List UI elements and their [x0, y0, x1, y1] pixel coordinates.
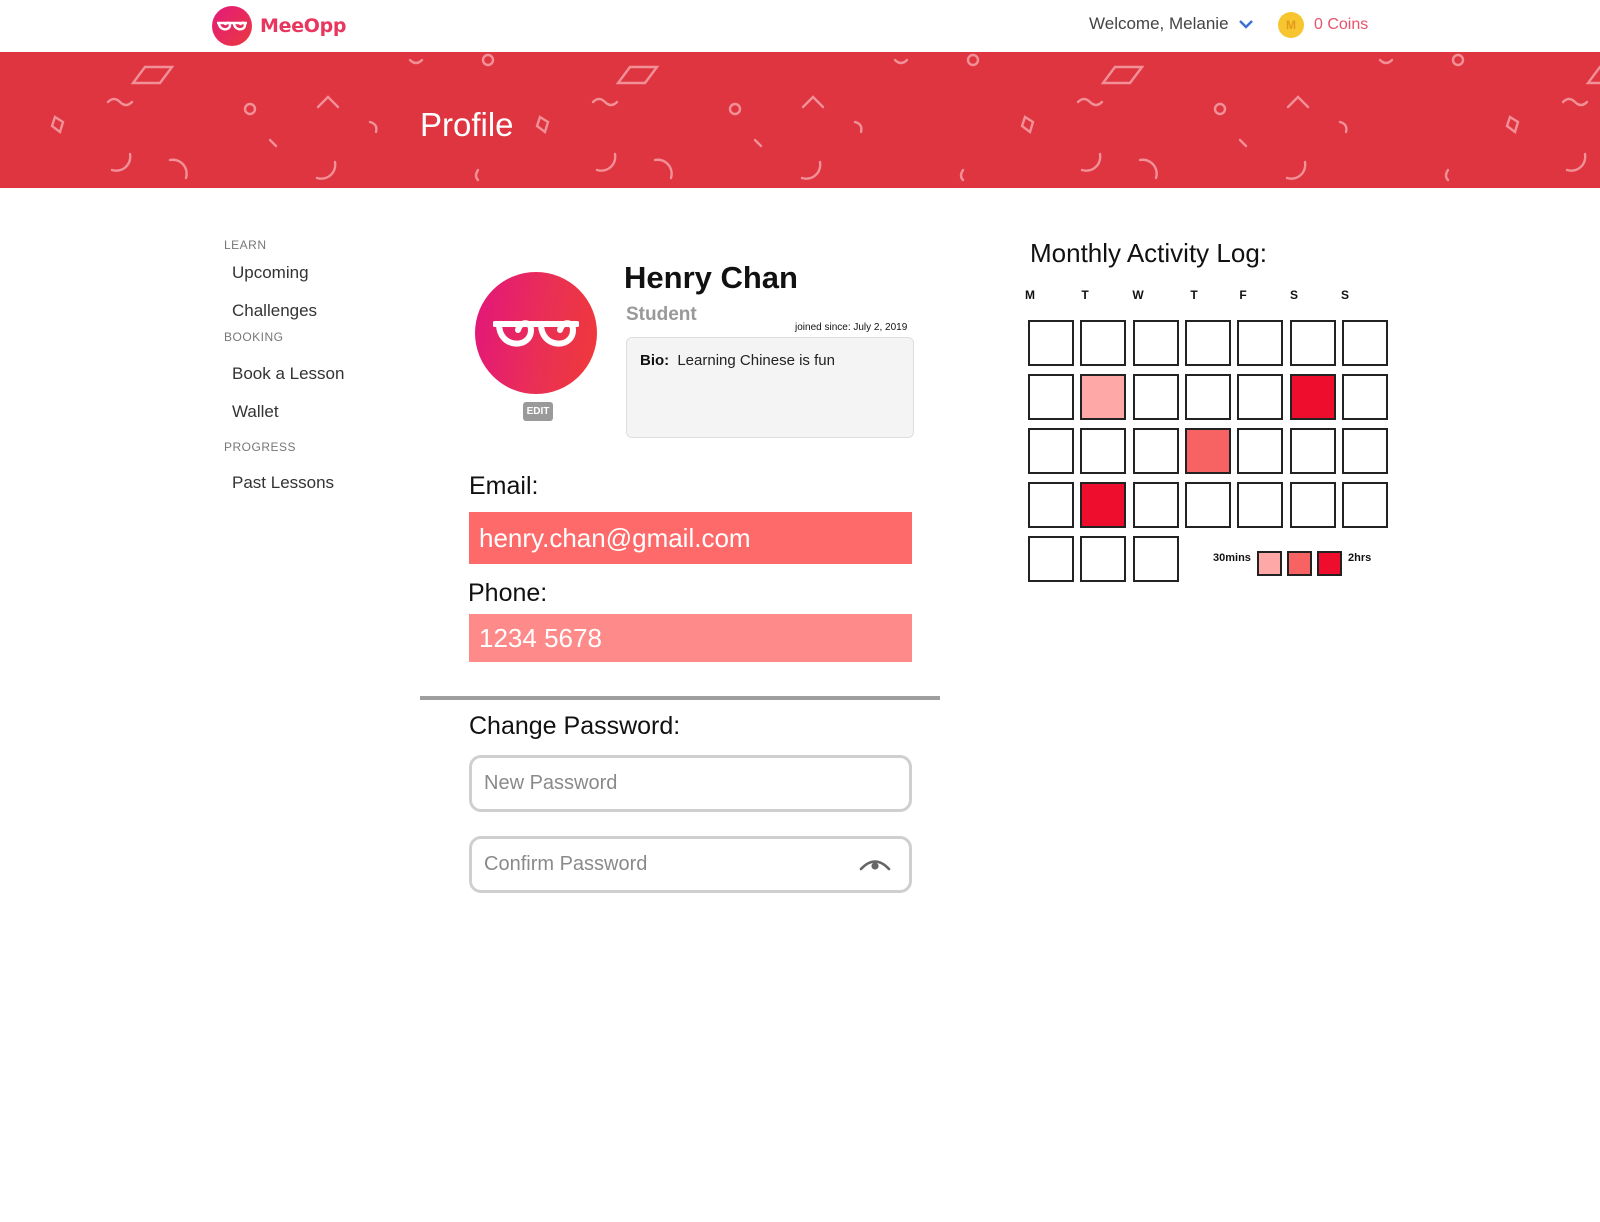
legend-min-label: 30mins	[1213, 552, 1251, 564]
profile-name: Henry Chan	[624, 260, 798, 295]
calendar-day-cell[interactable]	[1185, 482, 1231, 528]
section-divider	[420, 696, 940, 700]
sidebar-section-progress: PROGRESS	[224, 440, 297, 454]
edit-avatar-button[interactable]: EDIT	[523, 402, 553, 421]
calendar-day-cell[interactable]	[1028, 320, 1074, 366]
email-field[interactable]: henry.chan@gmail.com	[469, 512, 912, 564]
weekday-header: W	[1132, 288, 1144, 302]
calendar-day-cell[interactable]	[1185, 320, 1231, 366]
logo[interactable]: MeeOpp	[212, 6, 347, 46]
weekday-header: S	[1340, 288, 1349, 302]
profile-banner: Profile	[0, 52, 1600, 188]
calendar-day-cell[interactable]	[1185, 374, 1231, 420]
email-label: Email:	[469, 472, 539, 500]
brand-name: MeeOpp	[260, 15, 347, 37]
legend-max-label: 2hrs	[1348, 552, 1372, 564]
phone-label: Phone:	[468, 579, 548, 607]
calendar-day-cell[interactable]	[1342, 374, 1388, 420]
calendar-day-cell[interactable]	[1028, 482, 1074, 528]
calendar-day-cell[interactable]	[1290, 374, 1336, 420]
change-password-title: Change Password:	[469, 712, 681, 740]
legend-swatch	[1287, 551, 1312, 576]
calendar-day-cell[interactable]	[1080, 536, 1126, 582]
sidebar-section-booking: BOOKING	[224, 330, 284, 344]
logo-eyes-icon	[212, 6, 252, 46]
calendar-day-cell[interactable]	[1133, 320, 1179, 366]
activity-log-title: Monthly Activity Log:	[1030, 238, 1267, 268]
joined-date: joined since: July 2, 2019	[795, 322, 908, 333]
avatar-eyes-icon	[493, 320, 579, 347]
calendar-day-cell[interactable]	[1028, 374, 1074, 420]
calendar-day-cell[interactable]	[1133, 536, 1179, 582]
calendar-day-cell[interactable]	[1080, 374, 1126, 420]
coins-balance[interactable]: M 0 Coins	[1278, 12, 1368, 38]
calendar-day-cell[interactable]	[1237, 320, 1283, 366]
calendar-day-cell[interactable]	[1185, 428, 1231, 474]
weekday-header: M	[1025, 288, 1035, 302]
calendar-day-cell[interactable]	[1237, 428, 1283, 474]
avatar	[475, 272, 597, 394]
chevron-down-icon	[1238, 20, 1253, 29]
calendar-day-cell[interactable]	[1080, 428, 1126, 474]
bio-box[interactable]: Bio: Learning Chinese is fun	[626, 337, 914, 438]
bio-text: Learning Chinese is fun	[677, 352, 835, 369]
sidebar-item-upcoming[interactable]: Upcoming	[232, 263, 309, 283]
profile-role: Student	[626, 304, 697, 325]
welcome-text: Welcome, Melanie	[1089, 14, 1229, 33]
confirm-password-input[interactable]	[469, 836, 912, 893]
coin-icon: M	[1278, 12, 1304, 38]
show-password-eye-icon[interactable]	[858, 852, 892, 874]
calendar-day-cell[interactable]	[1342, 482, 1388, 528]
calendar-day-cell[interactable]	[1342, 320, 1388, 366]
calendar-day-cell[interactable]	[1133, 374, 1179, 420]
coins-label: 0 Coins	[1314, 16, 1369, 33]
phone-field[interactable]: 1234 5678	[469, 614, 912, 662]
calendar-day-cell[interactable]	[1028, 428, 1074, 474]
calendar-day-cell[interactable]	[1028, 536, 1074, 582]
bio-label: Bio:	[640, 352, 670, 369]
user-menu[interactable]: Welcome, Melanie	[1089, 14, 1253, 34]
calendar-day-cell[interactable]	[1342, 428, 1388, 474]
calendar-day-cell[interactable]	[1080, 482, 1126, 528]
sidebar-item-challenges[interactable]: Challenges	[232, 301, 317, 321]
sidebar-item-past-lessons[interactable]: Past Lessons	[232, 473, 334, 493]
new-password-input[interactable]	[469, 755, 912, 812]
calendar-day-cell[interactable]	[1290, 482, 1336, 528]
sidebar-section-learn: LEARN	[224, 238, 267, 252]
weekday-header: S	[1289, 288, 1298, 302]
weekday-header: T	[1190, 288, 1198, 302]
calendar-day-cell[interactable]	[1080, 320, 1126, 366]
legend-swatch	[1257, 551, 1282, 576]
calendar-day-cell[interactable]	[1290, 428, 1336, 474]
calendar-day-cell[interactable]	[1290, 320, 1336, 366]
weekday-header: T	[1081, 288, 1089, 302]
top-bar: MeeOpp Welcome, Melanie M 0 Coins	[0, 0, 1600, 52]
sidebar-item-wallet[interactable]: Wallet	[232, 402, 279, 422]
calendar-day-cell[interactable]	[1237, 374, 1283, 420]
calendar-day-cell[interactable]	[1237, 482, 1283, 528]
banner-pattern	[50, 53, 1600, 188]
weekday-header: F	[1239, 288, 1247, 302]
calendar-day-cell[interactable]	[1133, 482, 1179, 528]
legend-swatch	[1317, 551, 1342, 576]
calendar-day-cell[interactable]	[1133, 428, 1179, 474]
sidebar-item-book-a-lesson[interactable]: Book a Lesson	[232, 364, 344, 384]
page-title: Profile	[420, 106, 514, 143]
